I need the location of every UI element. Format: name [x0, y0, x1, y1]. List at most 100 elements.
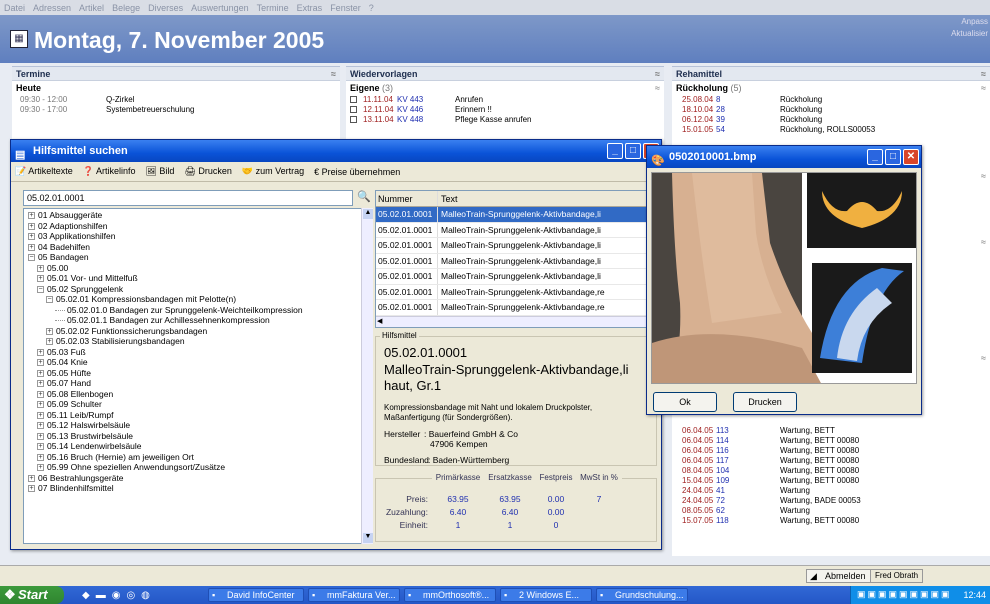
rehamittel-row[interactable]: 24.04.05 72 Wartung, BADE 00053: [682, 496, 982, 506]
rehamittel-row[interactable]: 15.01.05 54 Rückholung, ROLLS00053: [682, 125, 990, 135]
table-row[interactable]: 05.02.01.0001MalleoTrain-Sprunggelenk-Ak…: [376, 284, 656, 300]
expand-icon[interactable]: +: [37, 348, 44, 356]
tree-node[interactable]: +05.12 Halswirbelsäule: [24, 420, 372, 431]
collapse-icon[interactable]: ≈: [655, 67, 660, 81]
ok-button[interactable]: Ok: [653, 392, 717, 412]
menu-item[interactable]: Belege: [112, 3, 140, 13]
grid-hscrollbar[interactable]: ◀ ▶: [376, 316, 656, 327]
rehamittel-nr[interactable]: 72: [716, 496, 780, 506]
rehamittel-nr[interactable]: 114: [716, 436, 780, 446]
quicklaunch-icon[interactable]: ▬: [96, 590, 106, 601]
expand-icon[interactable]: +: [46, 327, 53, 335]
expand-icon[interactable]: +: [37, 369, 44, 377]
followup-kv[interactable]: KV 443: [397, 95, 455, 105]
expand-icon[interactable]: +: [37, 264, 44, 272]
expand-icon[interactable]: +: [37, 443, 44, 451]
search-icon[interactable]: 🔍: [357, 190, 371, 203]
tree-node[interactable]: +05.08 Ellenbogen: [24, 389, 372, 400]
rehamittel-row[interactable]: 18.10.04 28 Rückholung: [682, 105, 990, 115]
expand-icon[interactable]: +: [28, 212, 35, 220]
quicklaunch-icon[interactable]: ◍: [141, 590, 150, 601]
taskbar-item[interactable]: ▪ Grundschulung...: [596, 588, 688, 602]
tree-node[interactable]: +03 Applikationshilfen: [24, 231, 372, 242]
tree-node[interactable]: −05.02 Sprunggelenk: [24, 284, 372, 295]
start-button[interactable]: ❖ Start: [0, 586, 64, 604]
menu-item[interactable]: Termine: [257, 3, 289, 13]
bild-button[interactable]: 🖼 Bild: [145, 166, 174, 177]
rehamittel-nr[interactable]: 116: [716, 446, 780, 456]
aktualisieren-link[interactable]: Aktualisier: [951, 29, 988, 38]
menu-item[interactable]: Artikel: [79, 3, 104, 13]
rehamittel-row[interactable]: 06.04.05 113 Wartung, BETT: [682, 426, 982, 436]
appointment-row[interactable]: 09:30 - 12:00 Q-Zirkel: [12, 95, 340, 105]
col-nummer[interactable]: Nummer: [376, 191, 438, 206]
tree-node[interactable]: −05 Bandagen: [24, 252, 372, 263]
expand-icon[interactable]: +: [37, 359, 44, 367]
tree-scrollbar[interactable]: ▲ ▼: [361, 208, 373, 544]
taskbar-item[interactable]: ▪ David InfoCenter: [208, 588, 304, 602]
followup-kv[interactable]: KV 446: [397, 105, 455, 115]
tree-node[interactable]: +05.04 Knie: [24, 357, 372, 368]
rehamittel-row[interactable]: 15.07.05 118 Wartung, BETT 00080: [682, 516, 982, 526]
close-button[interactable]: ✕: [903, 149, 919, 165]
menu-item[interactable]: Fenster: [330, 3, 361, 13]
rehamittel-nr[interactable]: 28: [716, 105, 780, 115]
table-row[interactable]: 05.02.01.0001MalleoTrain-Sprunggelenk-Ak…: [376, 222, 656, 238]
search-input[interactable]: 05.02.01.0001: [23, 190, 353, 206]
quicklaunch-icon[interactable]: ◉: [112, 590, 121, 601]
expand-icon[interactable]: +: [37, 411, 44, 419]
rehamittel-nr[interactable]: 41: [716, 486, 780, 496]
tree-node[interactable]: +05.05 Hüfte: [24, 368, 372, 379]
rehamittel-row[interactable]: 24.04.05 41 Wartung: [682, 486, 982, 496]
category-tree[interactable]: +01 Absauggeräte +02 Adaptionshilfen +03 A…: [23, 208, 373, 544]
rehamittel-row[interactable]: 08.05.05 62 Wartung: [682, 506, 982, 516]
maximize-button[interactable]: □: [885, 149, 901, 165]
tree-node[interactable]: +07 Blindenhilfsmittel: [24, 483, 372, 494]
tree-node[interactable]: +05.03 Fuß: [24, 347, 372, 358]
tree-node[interactable]: +05.01 Vor- und Mittelfuß: [24, 273, 372, 284]
checkbox[interactable]: [350, 116, 357, 124]
rehamittel-nr[interactable]: 109: [716, 476, 780, 486]
appointment-row[interactable]: 09:30 - 17:00 Systembetreuerschulung: [12, 105, 340, 115]
maximize-button[interactable]: □: [625, 143, 641, 159]
tree-node[interactable]: +01 Absauggeräte: [24, 210, 372, 221]
rehamittel-row[interactable]: 06.04.05 117 Wartung, BETT 00080: [682, 456, 982, 466]
rehamittel-row[interactable]: 25.08.04 8 Rückholung: [682, 95, 990, 105]
expand-icon[interactable]: +: [28, 474, 35, 482]
tree-node[interactable]: 05.02.01.1 Bandagen zur Achillessehnenko…: [24, 315, 372, 326]
expand-icon[interactable]: +: [37, 422, 44, 430]
collapse-icon[interactable]: ≈: [981, 353, 986, 363]
expand-icon[interactable]: +: [37, 401, 44, 409]
table-row[interactable]: 05.02.01.0001MalleoTrain-Sprunggelenk-Ak…: [376, 238, 656, 254]
zum-vertrag-button[interactable]: 🤝 zum Vertrag: [242, 166, 304, 177]
artikelinfo-button[interactable]: ❓ Artikelinfo: [83, 166, 136, 177]
tree-node[interactable]: +05.00: [24, 263, 372, 274]
tray-icons[interactable]: ▣▣▣▣▣▣▣▣▣: [857, 589, 952, 600]
followup-kv[interactable]: KV 448: [397, 115, 455, 125]
print-button[interactable]: Drucken: [733, 392, 797, 412]
expand-icon[interactable]: +: [28, 222, 35, 230]
expand-icon[interactable]: +: [28, 485, 35, 493]
preise-uebernehmen-button[interactable]: € Preise übernehmen: [314, 167, 400, 177]
abmelden-button[interactable]: ◢ Abmelden: [806, 569, 871, 583]
expand-icon[interactable]: +: [37, 275, 44, 283]
tree-node[interactable]: 05.02.01.0 Bandagen zur Sprunggelenk-Wei…: [24, 305, 372, 316]
checkbox[interactable]: [350, 106, 357, 114]
menu-item[interactable]: Diverses: [148, 3, 183, 13]
hilfsmittel-titlebar[interactable]: ▤ Hilfsmittel suchen _ □ ✕: [11, 140, 661, 162]
rehamittel-row[interactable]: 06.12.04 39 Rückholung: [682, 115, 990, 125]
anpassen-link[interactable]: Anpass: [961, 17, 988, 26]
tree-node[interactable]: +02 Adaptionshilfen: [24, 221, 372, 232]
collapse-icon[interactable]: −: [37, 285, 44, 293]
tree-node[interactable]: +05.13 Brustwirbelsäule: [24, 431, 372, 442]
menu-item[interactable]: Auswertungen: [191, 3, 249, 13]
followup-row[interactable]: 12.11.04 KV 446 Erinnern !!: [346, 105, 664, 115]
tree-node[interactable]: +05.99 Ohne speziellen Anwendungsort/Zus…: [24, 462, 372, 473]
tree-node[interactable]: +05.07 Hand: [24, 378, 372, 389]
tree-node[interactable]: +05.02.02 Funktionssicherungsbandagen: [24, 326, 372, 337]
menu-item[interactable]: Adressen: [33, 3, 71, 13]
taskbar-item[interactable]: ▪ 2 Windows E...: [500, 588, 592, 602]
expand-icon[interactable]: +: [46, 338, 53, 346]
taskbar-item[interactable]: ▪ mmFaktura Ver...: [308, 588, 400, 602]
rehamittel-nr[interactable]: 113: [716, 426, 780, 436]
